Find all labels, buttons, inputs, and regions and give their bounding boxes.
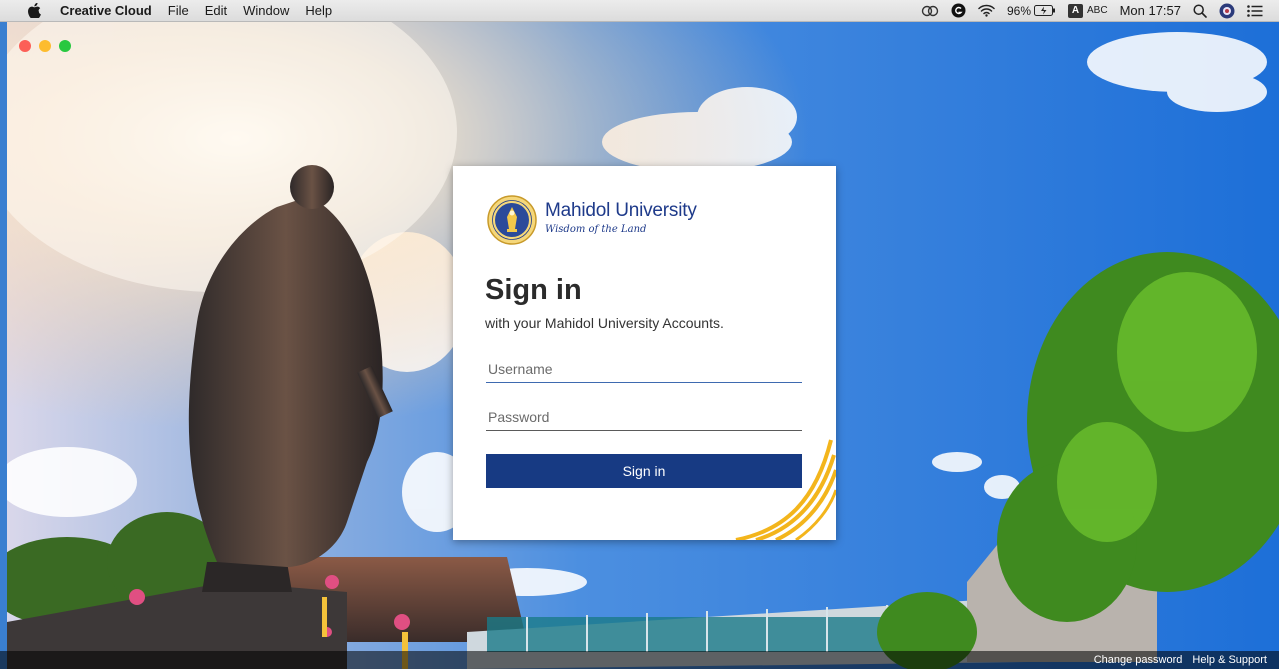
input-source-badge: A: [1068, 3, 1083, 18]
minimize-window-button[interactable]: [39, 40, 51, 52]
notification-center-icon[interactable]: [1241, 4, 1269, 17]
menu-edit[interactable]: Edit: [197, 0, 235, 22]
sign-in-card: Mahidol University Wisdom of the Land Si…: [453, 166, 836, 540]
gold-swoosh-decoration: [735, 439, 836, 540]
change-password-link[interactable]: Change password: [1094, 654, 1183, 666]
creative-cloud-icon[interactable]: [915, 4, 945, 18]
grammarly-icon[interactable]: [945, 3, 972, 18]
footer-links: Change password Help & Support: [0, 651, 1279, 669]
menu-clock[interactable]: Mon 17:57: [1114, 3, 1187, 18]
page-subtitle: with your Mahidol University Accounts.: [485, 315, 724, 331]
university-seal-logo: [487, 195, 537, 245]
battery-charging-icon: [1034, 5, 1056, 16]
university-brand: Mahidol University Wisdom of the Land: [487, 195, 697, 245]
user-avatar-icon[interactable]: [1213, 3, 1241, 19]
university-tagline: Wisdom of the Land: [545, 223, 647, 235]
close-window-button[interactable]: [19, 40, 31, 52]
menu-app-name[interactable]: Creative Cloud: [56, 0, 160, 22]
help-support-link[interactable]: Help & Support: [1192, 654, 1267, 666]
menu-window[interactable]: Window: [235, 0, 297, 22]
menu-file[interactable]: File: [160, 0, 197, 22]
battery-percent: 96%: [1006, 3, 1031, 18]
apple-icon[interactable]: [28, 3, 42, 19]
username-input[interactable]: [486, 355, 802, 383]
input-source-label: ABC: [1087, 5, 1108, 16]
menu-bar: Creative Cloud File Edit Window Help 96%…: [0, 0, 1279, 22]
spotlight-search-icon[interactable]: [1187, 3, 1213, 18]
menu-help[interactable]: Help: [297, 0, 340, 22]
input-source[interactable]: A ABC: [1062, 3, 1114, 18]
university-name: Mahidol University: [545, 199, 697, 221]
wifi-icon[interactable]: [972, 4, 1001, 17]
battery-status[interactable]: 96%: [1001, 4, 1062, 18]
window-controls: [19, 40, 71, 52]
maximize-window-button[interactable]: [59, 40, 71, 52]
page-title: Sign in: [485, 274, 582, 306]
